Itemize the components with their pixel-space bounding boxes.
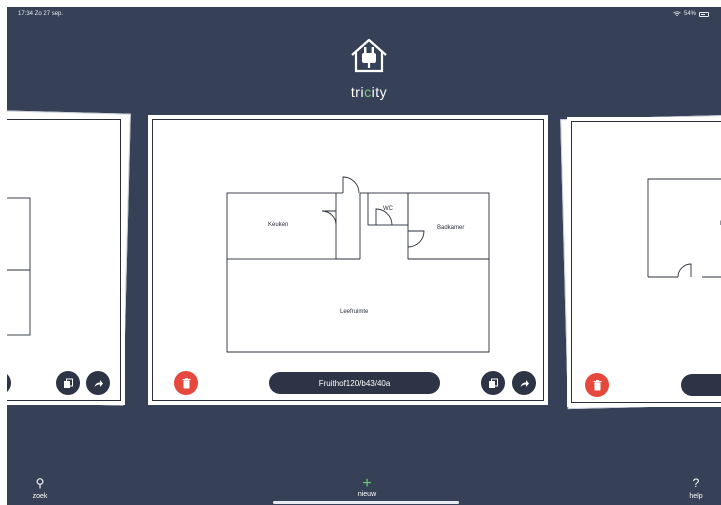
question-icon: ? — [692, 476, 700, 490]
door-keuken-arc — [321, 210, 337, 226]
tab-help[interactable]: ? help — [676, 476, 716, 501]
room-label-badkamer: Badkamer — [437, 225, 464, 231]
floorplan-drawing-next: Lu — [647, 178, 721, 278]
floorplan-card-previous[interactable] — [7, 115, 125, 405]
share-arrow-icon — [520, 379, 529, 387]
status-time: 17:34 — [18, 11, 34, 17]
tab-help-label: help — [689, 493, 703, 500]
copy-button-previous[interactable] — [56, 371, 80, 395]
tricity-house-plug-icon — [351, 38, 387, 73]
room-leefruimte-outline — [226, 258, 490, 353]
room-label-keuken: Keuken — [268, 222, 288, 228]
status-bar: 17:34 Zo 27 sep. 54% — [7, 7, 721, 21]
floorplan-card-current[interactable]: Keuken WC Badkamer Leefruimte Fruithof12… — [148, 115, 548, 405]
delete-button[interactable] — [174, 371, 198, 395]
search-icon: ⚲ — [35, 476, 45, 490]
home-indicator[interactable] — [273, 501, 459, 504]
room-label-leefruimte: Leefruimte — [340, 309, 369, 315]
plan-name-pill[interactable]: Fruithof120/b43/40a — [269, 372, 440, 394]
brand-text-accent: c — [364, 84, 372, 100]
trash-icon — [593, 379, 601, 390]
share-arrow-icon — [94, 379, 103, 387]
share-button[interactable] — [512, 371, 536, 395]
battery-percentage: 54% — [683, 11, 696, 17]
tab-new-label: nieuw — [357, 491, 377, 498]
floorplan-drawing-current: Keuken WC Badkamer Leefruimte — [226, 176, 490, 353]
room-label-wc: WC — [383, 206, 394, 212]
status-time-date: 17:34 Zo 27 sep. — [18, 11, 63, 17]
floorplan-drawing-previous — [7, 197, 31, 336]
copy-icon — [63, 378, 73, 388]
tab-new[interactable]: + nieuw — [347, 475, 387, 499]
tab-search-label: zoek — [32, 493, 48, 500]
trash-icon — [182, 377, 190, 388]
bottom-tab-bar: ⚲ zoek + nieuw ? help — [7, 469, 721, 505]
brand-wordmark: tricity — [327, 84, 411, 100]
brand-text-prefix: tri — [350, 84, 365, 100]
plus-icon: + — [362, 475, 372, 492]
tab-search[interactable]: ⚲ zoek — [20, 476, 60, 501]
brand-text-suffix: ity — [371, 84, 388, 100]
copy-button[interactable] — [481, 371, 505, 395]
plan-name-pill-next[interactable] — [681, 374, 721, 396]
wifi-icon — [673, 11, 681, 16]
door-entrance-arc — [342, 176, 360, 194]
copy-icon — [488, 378, 498, 388]
door-badkamer-arc — [407, 230, 425, 248]
floorplan-card-next[interactable]: Lu — [567, 117, 721, 407]
app-screen: 17:34 Zo 27 sep. 54% tricity Keuken WC B… — [7, 7, 721, 505]
status-date: Zo 27 sep. — [34, 11, 64, 17]
share-button-previous[interactable] — [86, 371, 110, 395]
battery-icon — [699, 11, 709, 17]
status-indicators: 54% — [673, 11, 709, 17]
delete-button-next[interactable] — [585, 373, 609, 397]
